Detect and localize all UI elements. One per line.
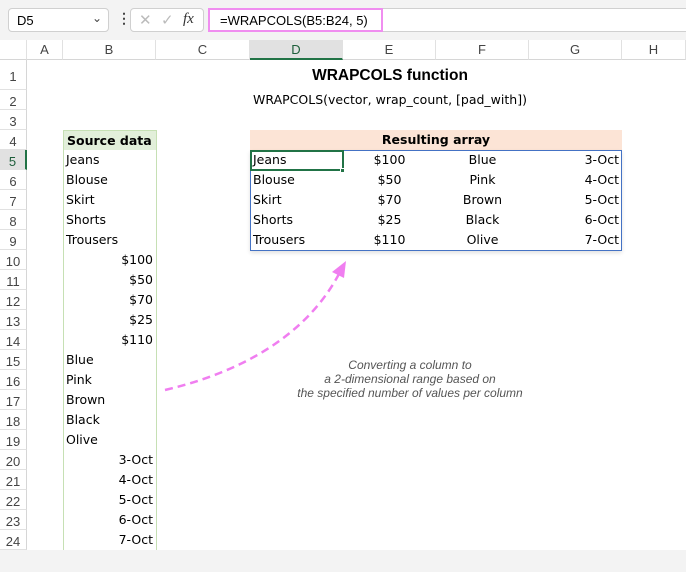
arrow-overlay — [164, 261, 346, 392]
annotation-text: Converting a column to a 2-dimensional ra… — [260, 358, 560, 400]
annotation-line: a 2-dimensional range based on — [324, 372, 496, 386]
arrow-head-icon — [332, 261, 346, 278]
annotation-line: Converting a column to — [348, 358, 472, 372]
sheet-bottom — [0, 550, 686, 572]
annotation-line: the specified number of values per colum… — [297, 386, 523, 400]
